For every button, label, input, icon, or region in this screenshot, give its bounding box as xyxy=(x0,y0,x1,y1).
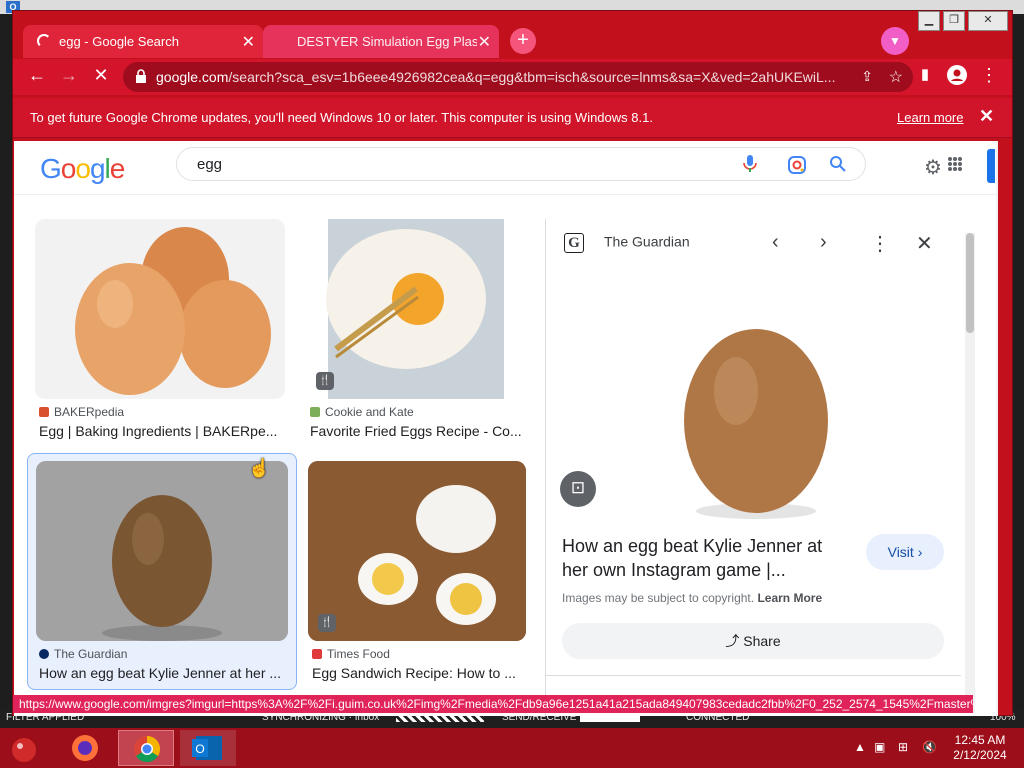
google-lens-icon[interactable]: ⊡ xyxy=(560,471,596,507)
network-icon[interactable]: ⊞ xyxy=(898,740,908,754)
url-path: /search?sca_esv=1b6eee4926982cea&q=egg&t… xyxy=(228,69,836,85)
tab-destyer[interactable]: DESTYER Simulation Egg Plastic ✕ xyxy=(263,25,499,58)
more-options-icon[interactable]: ⋮ xyxy=(870,231,890,256)
recipe-badge-icon: 🍴 xyxy=(318,614,336,632)
toolbar: ← → ✕ google.com/search?sca_esv=1b6eee49… xyxy=(13,59,1012,95)
desktop: O FILTER APPLIED SYNCHRONIZING · Inbox S… xyxy=(0,0,1024,768)
share-button[interactable]: ⤴ Share xyxy=(562,623,944,659)
result-source: Times Food xyxy=(312,647,390,661)
panel-scrollbar[interactable] xyxy=(965,233,975,713)
sync-progress-bar xyxy=(396,716,484,722)
result-title[interactable]: How an egg beat Kylie Jenner at her ... xyxy=(39,665,289,681)
guardian-logo-icon: G xyxy=(564,233,584,253)
side-panel-icon[interactable]: ▮ xyxy=(913,65,937,83)
lens-camera-icon[interactable] xyxy=(787,155,807,180)
preview-image[interactable] xyxy=(666,311,846,531)
search-query[interactable]: egg xyxy=(197,156,222,173)
next-image-icon[interactable]: › xyxy=(820,231,827,254)
cookie-and-kate-favicon-icon xyxy=(310,407,320,417)
send-progress-bar xyxy=(580,716,640,722)
address-bar[interactable]: google.com/search?sca_esv=1b6eee4926982c… xyxy=(123,62,913,92)
outlook-taskbar-icon[interactable]: O xyxy=(180,730,236,766)
panel-title[interactable]: How an egg beat Kylie Jenner at her own … xyxy=(562,534,852,582)
result-thumbnail[interactable] xyxy=(35,219,285,399)
chrome-window: egg - Google Search ✕ DESTYER Simulation… xyxy=(12,10,1013,716)
page-content: Google egg ⚙ BAKERpedia Egg | Baking Ing… xyxy=(14,141,998,716)
infobar-close-icon[interactable]: ✕ xyxy=(979,106,994,127)
google-header: Google egg ⚙ xyxy=(14,141,998,195)
share-page-icon[interactable]: ⇪ xyxy=(861,68,873,85)
result-title[interactable]: Egg | Baking Ingredients | BAKERpe... xyxy=(39,423,284,439)
result-thumbnail[interactable]: 🍴 xyxy=(306,219,526,399)
google-logo[interactable]: Google xyxy=(40,153,125,185)
close-tab-icon[interactable]: ✕ xyxy=(242,32,255,52)
action-center-icon[interactable]: ▣ xyxy=(874,740,885,754)
visit-button[interactable]: Visit › xyxy=(866,534,944,570)
microphone-icon[interactable] xyxy=(743,155,757,178)
tab-title: DESTYER Simulation Egg Plastic xyxy=(297,34,477,49)
settings-gear-icon[interactable]: ⚙ xyxy=(924,155,942,180)
result-thumbnail[interactable] xyxy=(36,461,288,641)
infobar-learn-more-link[interactable]: Learn more xyxy=(897,110,963,125)
url-text: google.com/search?sca_esv=1b6eee4926982c… xyxy=(156,69,836,85)
page-scrollbar[interactable] xyxy=(996,141,998,716)
result-source: BAKERpedia xyxy=(39,405,124,419)
bakerpedia-favicon-icon xyxy=(39,407,49,417)
panel-source[interactable]: G The Guardian xyxy=(564,233,690,253)
copyright-learn-more-link[interactable]: Learn More xyxy=(757,591,822,605)
new-tab-button[interactable]: + xyxy=(510,28,536,54)
panel-divider xyxy=(546,675,961,676)
volume-muted-icon[interactable]: 🔇 xyxy=(922,740,937,754)
maximize-button[interactable]: ❐ xyxy=(943,11,965,31)
taskbar: O ▲ ▣ ⊞ 🔇 12:45 AM 2/12/2024 xyxy=(0,728,1024,768)
back-arrow-icon[interactable]: ← xyxy=(25,65,49,86)
tab-strip: egg - Google Search ✕ DESTYER Simulation… xyxy=(13,11,1012,61)
close-panel-icon[interactable]: ✕ xyxy=(916,231,933,256)
guardian-favicon-icon xyxy=(39,649,49,659)
google-apps-grid-icon[interactable] xyxy=(948,157,962,171)
result-title[interactable]: Favorite Fried Eggs Recipe - Co... xyxy=(310,423,525,439)
recipe-badge-icon: 🍴 xyxy=(316,372,334,390)
copyright-notice: Images may be subject to copyright. Lear… xyxy=(562,591,823,605)
result-thumbnail[interactable]: 🍴 xyxy=(308,461,526,641)
hand-cursor-icon: ☝ xyxy=(248,458,271,478)
times-food-favicon-icon xyxy=(312,649,322,659)
image-preview-panel: G The Guardian ‹ › ⋮ ✕ ⊡ How an egg beat … xyxy=(545,219,975,716)
clock-date: 2/12/2024 xyxy=(953,748,1007,762)
stop-loading-icon[interactable]: ✕ xyxy=(89,65,113,86)
sign-in-button-edge[interactable] xyxy=(987,149,995,183)
search-icon[interactable] xyxy=(829,155,847,178)
start-ornament-icon[interactable] xyxy=(4,730,60,766)
result-source: Cookie and Kate xyxy=(310,405,414,419)
url-host: google.com xyxy=(156,69,229,85)
firefox-icon[interactable] xyxy=(60,730,116,766)
infobar-message: To get future Google Chrome updates, you… xyxy=(30,110,653,125)
loading-spinner-icon xyxy=(37,34,51,48)
close-window-button[interactable]: ✕ xyxy=(968,11,1008,31)
result-title[interactable]: Egg Sandwich Recipe: How to ... xyxy=(312,665,522,681)
lock-icon xyxy=(136,69,146,83)
close-tab-icon[interactable]: ✕ xyxy=(478,32,491,52)
bookmark-star-icon[interactable]: ☆ xyxy=(889,67,903,87)
tab-google-search[interactable]: egg - Google Search ✕ xyxy=(23,25,263,58)
chrome-taskbar-icon[interactable] xyxy=(118,730,174,766)
menu-kebab-icon[interactable]: ⋮ xyxy=(977,65,1001,86)
svg-text:O: O xyxy=(195,742,204,756)
clock-time: 12:45 AM xyxy=(954,733,1006,747)
clock[interactable]: 12:45 AM 2/12/2024 xyxy=(945,733,1015,763)
show-hidden-icons-icon[interactable]: ▲ xyxy=(854,740,866,754)
update-infobar: To get future Google Chrome updates, you… xyxy=(13,98,1012,138)
link-status-url: https://www.google.com/imgres?imgurl=htt… xyxy=(13,695,973,713)
previous-image-icon[interactable]: ‹ xyxy=(772,231,779,254)
tab-search-chevron-icon[interactable]: ▼ xyxy=(881,27,909,55)
minimize-button[interactable]: ▁ xyxy=(918,11,940,31)
forward-arrow-icon[interactable]: → xyxy=(57,65,81,86)
result-source: The Guardian xyxy=(39,647,127,661)
tab-title: egg - Google Search xyxy=(59,34,179,49)
search-box[interactable]: egg xyxy=(176,147,866,181)
profile-avatar-icon[interactable] xyxy=(945,65,969,90)
